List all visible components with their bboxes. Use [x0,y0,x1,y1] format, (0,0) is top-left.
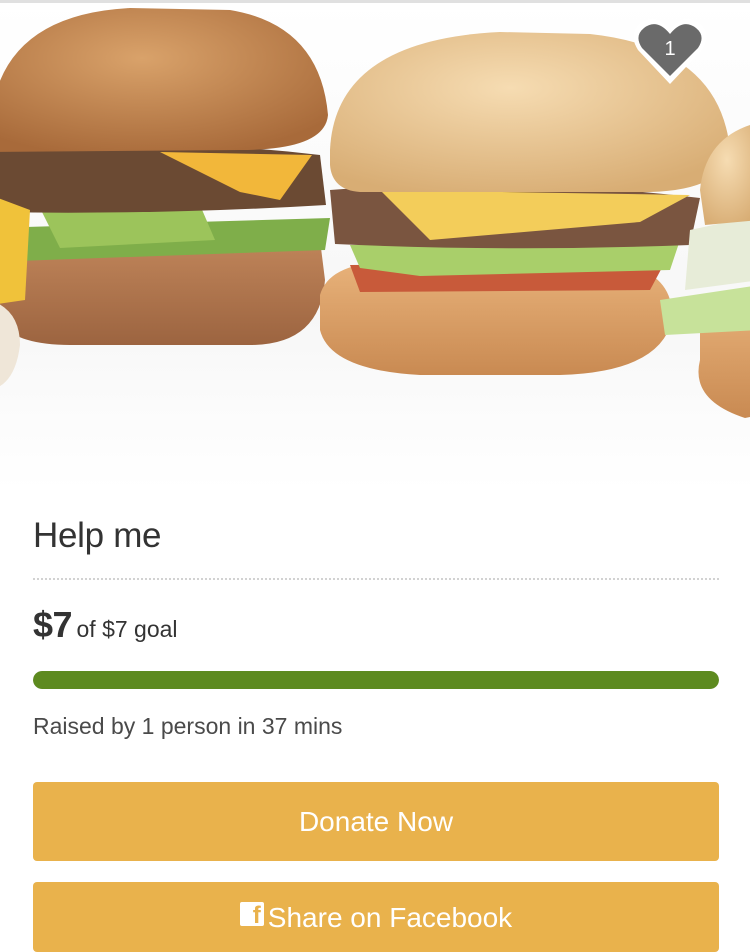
like-count: 1 [664,38,676,60]
goal-text: of $7 goal [76,616,178,642]
divider [33,578,719,580]
left-burger [0,8,330,345]
facebook-icon: f [239,902,264,926]
raised-amount: $7 [33,604,73,645]
donate-button[interactable]: Donate Now [33,782,719,861]
campaign-image: 1 [0,0,750,490]
progress-fill [33,671,719,689]
progress-bar [33,671,719,689]
share-facebook-button[interactable]: f Share on Facebook [33,882,719,952]
share-button-label: Share on Facebook [267,902,513,933]
donate-button-label: Donate Now [298,805,454,837]
like-badge[interactable]: 1 [630,14,710,88]
raised-by-text: Raised by 1 person in 37 mins [33,713,343,739]
campaign-title: Help me [33,516,162,555]
funding-summary: $7 of $7 goal [33,604,178,646]
